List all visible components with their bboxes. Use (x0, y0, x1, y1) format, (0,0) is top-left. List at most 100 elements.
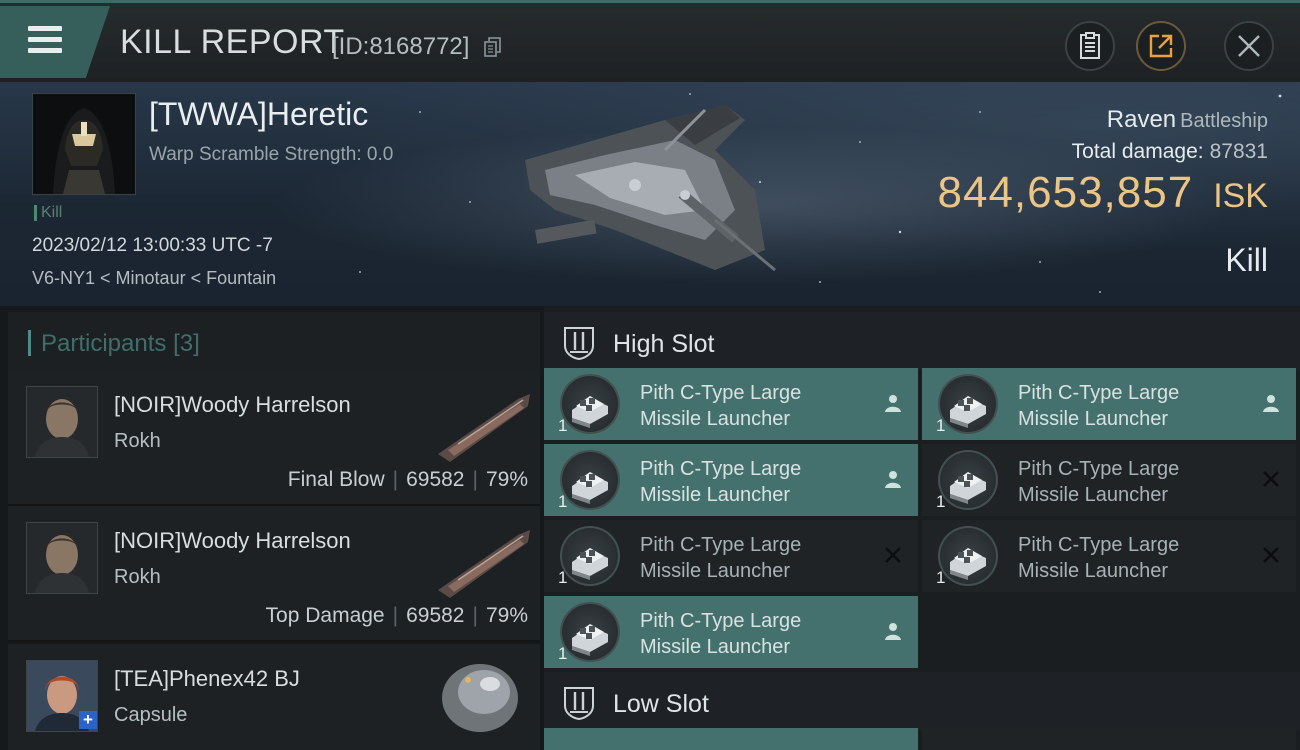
victim-name[interactable]: [TWWA]Heretic (149, 96, 368, 133)
high-slot-module[interactable]: 1 Pith C-Type Large Missile Launcher (922, 368, 1296, 440)
module-name-line2: Missile Launcher (1018, 408, 1169, 430)
module-name-line2: Missile Launcher (640, 636, 791, 658)
high-slot-module[interactable]: 1 Pith C-Type Large Missile Launcher (922, 444, 1296, 516)
missile-launcher-icon (560, 602, 620, 662)
participant-stats: Top Damage | 69582 | 79% (265, 604, 528, 627)
participant-card[interactable]: [NOIR]Woody Harrelson Rokh Final Blow | 69… (8, 370, 540, 506)
module-name: Pith C-Type Large Missile Launcher (1018, 456, 1179, 508)
participant-damage: 69582 (406, 604, 465, 627)
module-name-line1: Pith C-Type Large (1018, 534, 1180, 556)
participants-header: Participants [3] (8, 312, 540, 370)
module-quantity: 1 (936, 568, 946, 587)
participant-role: Top Damage (265, 604, 385, 627)
victim-portrait[interactable] (32, 93, 136, 195)
avatar (26, 386, 98, 458)
ship-class: Battleship (1180, 110, 1268, 132)
rokh-ship-image (438, 530, 530, 598)
module-quantity: 1 (558, 492, 568, 511)
module-name: Pith C-Type Large Missile Launcher (1018, 532, 1179, 584)
kill-result: Kill (1225, 242, 1268, 278)
high-slot-module[interactable]: 1 Pith C-Type Large Missile Launcher (544, 596, 918, 668)
module-name-line2: Missile Launcher (1018, 484, 1169, 506)
module-name-line1: Pith C-Type Large (640, 458, 802, 480)
battleship-image (525, 105, 776, 272)
low-slot-header: Low Slot (544, 672, 1300, 730)
module-name-line2: Missile Launcher (640, 484, 791, 506)
participant-ship: Rokh (114, 566, 161, 588)
destroyed-x-icon (1263, 471, 1279, 487)
module-name: Pith C-Type Large Missile Launcher (640, 608, 801, 660)
participants-label: Participants (41, 330, 167, 357)
kill-summary-banner: [TWWA]Heretic Warp Scramble Strength: 0.… (0, 82, 1300, 306)
missile-launcher-icon (560, 450, 620, 510)
participant-ship: Rokh (114, 430, 161, 452)
participants-count: [3] (173, 330, 200, 357)
participant-ship: Capsule (114, 704, 188, 726)
hamburger-icon (28, 26, 62, 59)
warp-scramble-strength: Warp Scramble Strength: 0.0 (149, 144, 394, 165)
high-slot-module[interactable]: 1 Pith C-Type Large Missile Launcher (544, 368, 918, 440)
menu-button[interactable] (0, 6, 110, 78)
high-slot-module[interactable]: 1 Pith C-Type Large Missile Launcher (922, 520, 1296, 592)
clipboard-icon (1080, 32, 1100, 59)
module-name-line2: Missile Launcher (640, 408, 791, 430)
kill-type-tag: Kill (34, 205, 62, 221)
high-slot-label: High Slot (613, 330, 715, 358)
dropped-person-icon (885, 395, 901, 412)
participant-name[interactable]: [TEA]Phenex42 BJ (114, 666, 300, 692)
low-slot-label: Low Slot (613, 690, 709, 718)
fittings-panel: High Slot 1 Pith C-Type Large Missile Laun… (544, 306, 1300, 750)
high-slot-icon (564, 327, 594, 360)
module-name: Pith C-Type Large Missile Launcher (640, 456, 801, 508)
missile-launcher-icon (938, 374, 998, 434)
module-name: Pith C-Type Large Missile Launcher (640, 532, 801, 584)
total-damage-label: Total damage: (1071, 140, 1204, 163)
participant-percent: 79% (485, 468, 528, 491)
close-icon (1238, 35, 1260, 57)
high-slot-module[interactable]: 1 Pith C-Type Large Missile Launcher (544, 444, 918, 516)
close-button[interactable] (1224, 21, 1274, 71)
dropped-person-icon (1263, 395, 1279, 412)
copy-icon[interactable] (484, 37, 502, 57)
share-icon (1149, 34, 1173, 58)
missile-launcher-icon (938, 450, 998, 510)
avatar: + (26, 660, 98, 732)
module-name-line2: Missile Launcher (1018, 560, 1169, 582)
report-id: [ID:8168772] (332, 33, 470, 60)
participant-name[interactable]: [NOIR]Woody Harrelson (114, 528, 351, 554)
module-name-line1: Pith C-Type Large (640, 534, 802, 556)
kill-location[interactable]: V6-NY1 < Minotaur < Fountain (32, 268, 276, 289)
participant-name[interactable]: [NOIR]Woody Harrelson (114, 392, 351, 418)
low-slot-module[interactable] (922, 728, 1296, 750)
share-button[interactable] (1136, 21, 1186, 71)
missile-launcher-icon (560, 374, 620, 434)
clipboard-button[interactable] (1065, 21, 1115, 71)
module-name-line1: Pith C-Type Large (640, 382, 802, 404)
module-name-line2: Missile Launcher (640, 560, 791, 582)
participant-card[interactable]: [NOIR]Woody Harrelson Rokh Top Damage | 69… (8, 506, 540, 642)
participant-card[interactable]: + [TEA]Phenex42 BJ Capsule (8, 644, 540, 750)
module-name: Pith C-Type Large Missile Launcher (1018, 380, 1179, 432)
header-accent-bar (28, 330, 31, 356)
destroyed-x-icon (885, 547, 901, 563)
total-damage: Total damage: 87831 (1072, 140, 1268, 164)
victim-ship[interactable]: Raven Battleship (1107, 106, 1268, 134)
missile-launcher-icon (938, 526, 998, 586)
module-name-line1: Pith C-Type Large (640, 610, 802, 632)
dropped-person-icon (885, 471, 901, 488)
high-slot-module[interactable]: 1 Pith C-Type Large Missile Launcher (544, 520, 918, 592)
participant-damage: 69582 (406, 468, 465, 491)
participant-role: Final Blow (287, 468, 385, 491)
isk-value: 844,653,857 ISK (938, 168, 1269, 218)
low-slot-icon (564, 687, 594, 720)
module-name-line1: Pith C-Type Large (1018, 382, 1180, 404)
low-slot-module[interactable] (544, 728, 918, 750)
top-bar: KILL REPORT [ID:8168772] (0, 0, 1300, 82)
rokh-ship-image (438, 394, 530, 462)
total-damage-value: 87831 (1209, 140, 1268, 163)
page-title: KILL REPORT (120, 23, 345, 61)
module-quantity: 1 (936, 492, 946, 511)
missile-launcher-icon (560, 526, 620, 586)
participant-stats: Final Blow | 69582 | 79% (287, 468, 528, 491)
participants-title: Participants [3] (41, 330, 200, 358)
